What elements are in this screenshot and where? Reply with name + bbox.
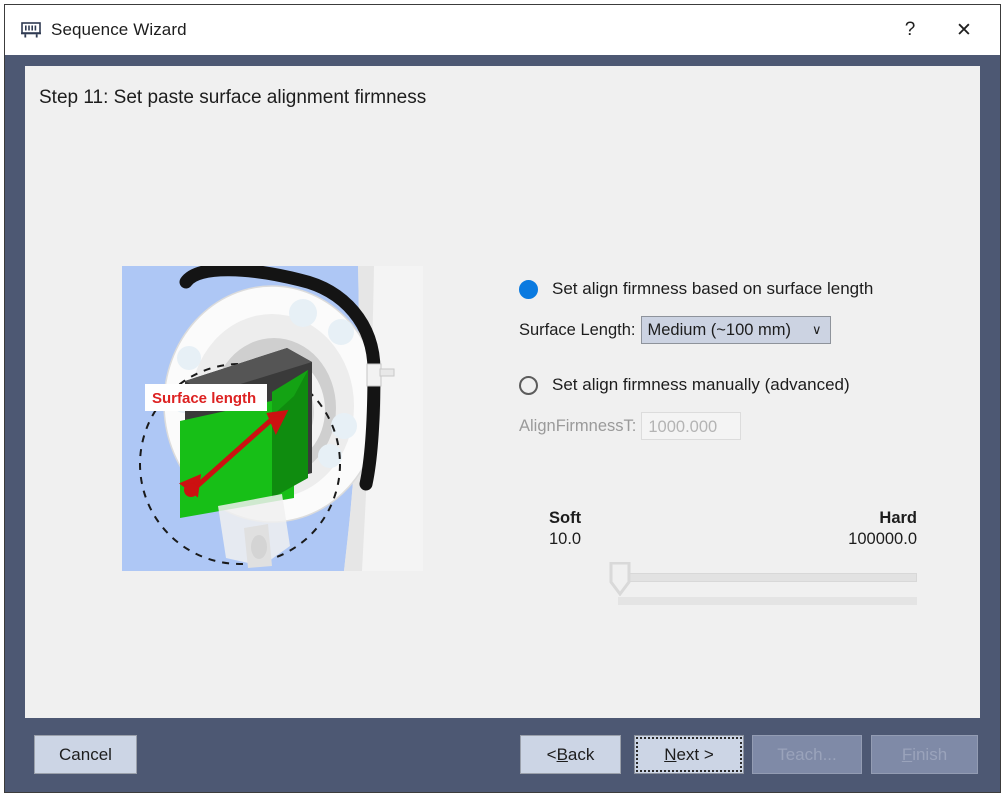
firmness-slider-block: Soft Hard 10.0 100000.0 <box>549 509 917 605</box>
firmness-slider[interactable] <box>609 559 917 605</box>
window-title: Sequence Wizard <box>51 20 187 39</box>
next-button-suffix: ext > <box>676 744 714 764</box>
page-title: Step 11: Set paste surface alignment fir… <box>39 87 427 108</box>
radio-auto-row[interactable]: Set align firmness based on surface leng… <box>519 276 939 302</box>
finish-button-suffix: inish <box>912 744 948 764</box>
wizard-content-panel: Step 11: Set paste surface alignment fir… <box>25 66 980 718</box>
cancel-button[interactable]: Cancel <box>34 735 137 774</box>
slider-endpoint-labels: Soft Hard <box>549 509 917 528</box>
dialog-frame: Step 11: Set paste surface alignment fir… <box>5 55 1000 792</box>
radio-manual-label: Set align firmness manually (advanced) <box>552 375 850 394</box>
wizard-footer: Cancel < Back Next > Teach... Finish <box>5 718 1000 792</box>
machine-icon <box>21 22 41 38</box>
finish-button: Finish <box>871 735 978 774</box>
surface-length-value: Medium (~100 mm) <box>647 320 792 339</box>
back-button-accel: B <box>556 744 568 764</box>
robot-flange-surface-length-diagram: Surface length <box>122 266 423 571</box>
title-bar: Sequence Wizard ? ✕ <box>5 5 1000 55</box>
align-firmness-input[interactable]: 1000.000 <box>641 412 742 440</box>
align-firmness-label: AlignFirmnessT: <box>519 416 637 435</box>
slider-track-secondary[interactable] <box>618 597 917 605</box>
help-button[interactable]: ? <box>887 5 933 55</box>
illustration-annotation-label: Surface length <box>152 390 256 407</box>
radio-manual-indicator[interactable] <box>519 375 538 395</box>
next-button[interactable]: Next > <box>634 735 744 774</box>
slider-min-value: 10.0 <box>549 530 582 548</box>
slider-thumb[interactable] <box>609 561 631 597</box>
align-firmness-row: AlignFirmnessT: 1000.000 <box>519 412 939 440</box>
finish-button-accel: F <box>901 744 913 764</box>
back-button-prefix: < <box>546 744 557 764</box>
slider-max-value: 100000.0 <box>848 530 917 548</box>
next-button-accel: N <box>664 744 677 764</box>
chevron-down-icon: ∨ <box>811 322 822 337</box>
sequence-wizard-window: Sequence Wizard ? ✕ Step 11: Set paste s… <box>4 4 1001 793</box>
slider-soft-label: Soft <box>549 509 582 527</box>
back-button-suffix: ack <box>567 744 595 764</box>
back-button[interactable]: < Back <box>520 735 621 774</box>
title-bar-left: Sequence Wizard <box>21 5 187 55</box>
teach-button: Teach... <box>752 735 862 774</box>
surface-length-select[interactable]: Medium (~100 mm) ∨ <box>640 316 831 344</box>
surface-length-label: Surface Length: <box>519 320 636 339</box>
slider-hard-label: Hard <box>879 509 917 527</box>
close-button[interactable]: ✕ <box>941 5 987 55</box>
surface-length-row: Surface Length: Medium (~100 mm) ∨ <box>519 316 939 344</box>
options-group: Set align firmness based on surface leng… <box>519 276 939 440</box>
radio-auto-indicator[interactable] <box>519 279 538 299</box>
slider-endpoint-values: 10.0 100000.0 <box>549 530 917 549</box>
radio-auto-label: Set align firmness based on surface leng… <box>552 279 874 298</box>
radio-manual-row[interactable]: Set align firmness manually (advanced) <box>519 372 939 398</box>
slider-track[interactable] <box>618 573 917 582</box>
